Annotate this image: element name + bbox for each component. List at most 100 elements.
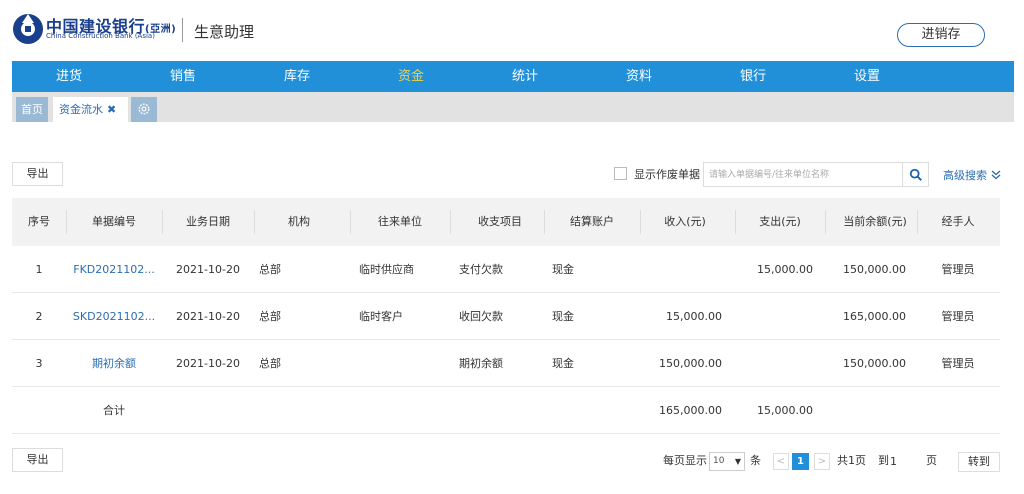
column-separator (350, 210, 351, 234)
gear-icon (138, 103, 150, 115)
cell-balance: 165,000.00 (843, 310, 906, 323)
double-chevron-down-icon (991, 170, 1000, 180)
app-title: 生意助理 (194, 23, 255, 41)
inventory-mode-button[interactable]: 进销存 (897, 23, 985, 47)
document-number-link[interactable]: FKD2021102... (66, 246, 162, 293)
column-header-4: 往来单位 (378, 215, 422, 228)
column-header-6: 结算账户 (570, 215, 614, 228)
cell-account: 现金 (552, 263, 574, 276)
cell-expense (712, 293, 813, 340)
column-separator (544, 210, 545, 234)
goto-page-input[interactable] (890, 451, 920, 471)
column-separator (162, 210, 163, 234)
show-void-checkbox[interactable] (614, 167, 627, 180)
column-separator (735, 210, 736, 234)
app-header: 中国建设银行(亞洲) China Construction Bank (Asia… (0, 0, 1024, 62)
column-header-9: 当前余额(元) (843, 215, 907, 228)
cell-operator: 管理员 (941, 310, 975, 323)
total-expense: 15,000.00 (757, 404, 813, 417)
nav-item-6[interactable]: 银行 (696, 61, 810, 92)
cell-seq: 3 (35, 357, 43, 370)
cell-expense: 15,000.00 (757, 263, 813, 276)
cell-balance: 150,000.00 (843, 357, 906, 370)
table-row: 3 期初余额 2021-10-20 总部 期初余额 现金 150,000.00 150,000… (12, 340, 1000, 387)
document-number-link[interactable]: 期初余额 (66, 340, 162, 387)
cell-org: 总部 (259, 263, 281, 276)
column-separator (640, 210, 641, 234)
column-header-3: 机构 (288, 215, 310, 228)
tab-home[interactable]: 首页 (16, 97, 48, 122)
total-income: 165,000.00 (659, 404, 722, 417)
document-number-link[interactable]: SKD2021102... (66, 293, 162, 340)
nav-item-4[interactable]: 统计 (468, 61, 582, 92)
nav-item-2[interactable]: 库存 (240, 61, 354, 92)
column-separator (254, 210, 255, 234)
tab-settings[interactable] (131, 97, 157, 122)
total-label: 合计 (103, 404, 125, 417)
next-page-button[interactable]: > (814, 453, 830, 470)
total-pages-label: 共1页 (837, 454, 866, 467)
nav-item-0[interactable]: 进货 (12, 61, 126, 92)
close-icon[interactable]: ✖ (107, 103, 116, 116)
cell-operator: 管理员 (941, 263, 975, 276)
brand-name-en: China Construction Bank (Asia) (46, 32, 155, 40)
column-header-7: 收入(元) (664, 215, 706, 228)
column-header-5: 收支项目 (478, 215, 522, 228)
cell-seq: 1 (35, 263, 43, 276)
cell-org: 总部 (259, 357, 281, 370)
column-header-1: 单据编号 (92, 215, 136, 228)
goto-page-button[interactable]: 转到 (958, 452, 1000, 472)
ccb-logo-icon (13, 14, 43, 44)
cell-party: 临时客户 (359, 310, 403, 323)
tab-strip: 首页 资金流水 ✖ (12, 92, 1014, 122)
search-icon (909, 168, 922, 181)
column-separator (825, 210, 826, 234)
cell-income (622, 246, 722, 293)
cell-item: 支付欠款 (459, 263, 503, 276)
search-button[interactable] (902, 162, 929, 187)
tab-cash-flow[interactable]: 资金流水 ✖ (53, 97, 128, 122)
cell-account: 现金 (552, 357, 574, 370)
column-header-2: 业务日期 (186, 215, 230, 228)
advanced-search-label: 高级搜索 (943, 169, 987, 182)
show-void-label: 显示作废单据 (634, 168, 700, 181)
table-header: 序号 单据编号 业务日期 机构 往来单位 收支项目 结算账户 收入(元) 支出(元) 当前余额(元… (12, 198, 1000, 246)
cell-party: 临时供应商 (359, 263, 414, 276)
prev-page-button[interactable]: < (773, 453, 789, 470)
nav-item-5[interactable]: 资料 (582, 61, 696, 92)
per-page-value: 10 (713, 456, 725, 466)
chevron-down-icon: ▼ (734, 457, 741, 466)
cell-item: 期初余额 (459, 357, 503, 370)
totals-row: 合计 165,000.00 15,000.00 (12, 387, 1000, 434)
column-header-0: 序号 (28, 215, 50, 228)
header-divider (182, 18, 183, 42)
column-header-8: 支出(元) (759, 215, 801, 228)
cell-date: 2021-10-20 (176, 263, 240, 276)
export-button-bottom[interactable]: 导出 (12, 448, 63, 472)
cell-account: 现金 (552, 310, 574, 323)
cell-income: 15,000.00 (666, 310, 722, 323)
column-header-10: 经手人 (941, 215, 975, 228)
per-page-label: 每页显示 (663, 454, 707, 467)
per-page-select[interactable]: 10 ▼ (709, 452, 745, 471)
cell-item: 收回欠款 (459, 310, 503, 323)
goto-label: 到 (878, 454, 889, 467)
search-input[interactable] (703, 162, 903, 187)
nav-item-7[interactable]: 设置 (810, 61, 924, 92)
cell-expense (712, 340, 813, 387)
current-page-button[interactable]: 1 (792, 453, 809, 470)
cell-org: 总部 (259, 310, 281, 323)
column-separator (66, 210, 67, 234)
nav-item-1[interactable]: 销售 (126, 61, 240, 92)
cell-balance: 150,000.00 (843, 263, 906, 276)
advanced-search-link[interactable]: 高级搜索 (943, 167, 1001, 183)
per-page-unit: 条 (750, 454, 761, 467)
page-unit-label: 页 (926, 454, 937, 467)
export-button[interactable]: 导出 (12, 162, 63, 186)
nav-item-3[interactable]: 资金 (354, 61, 468, 92)
table-row: 2 SKD2021102... 2021-10-20 总部 临时客户 收回欠款 现金 15,0… (12, 293, 1000, 340)
column-separator (917, 210, 918, 234)
cell-seq: 2 (35, 310, 43, 323)
cell-operator: 管理员 (941, 357, 975, 370)
cell-income: 150,000.00 (659, 357, 722, 370)
